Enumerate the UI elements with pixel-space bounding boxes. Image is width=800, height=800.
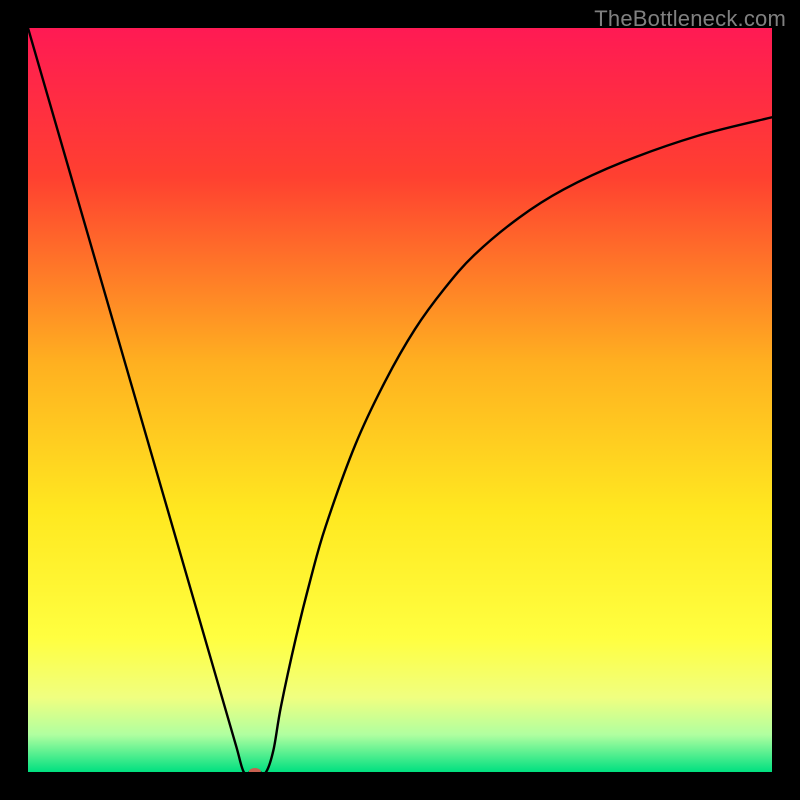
gradient-background <box>28 28 772 772</box>
chart-frame: TheBottleneck.com <box>0 0 800 800</box>
plot-area <box>28 28 772 772</box>
chart-canvas <box>28 28 772 772</box>
